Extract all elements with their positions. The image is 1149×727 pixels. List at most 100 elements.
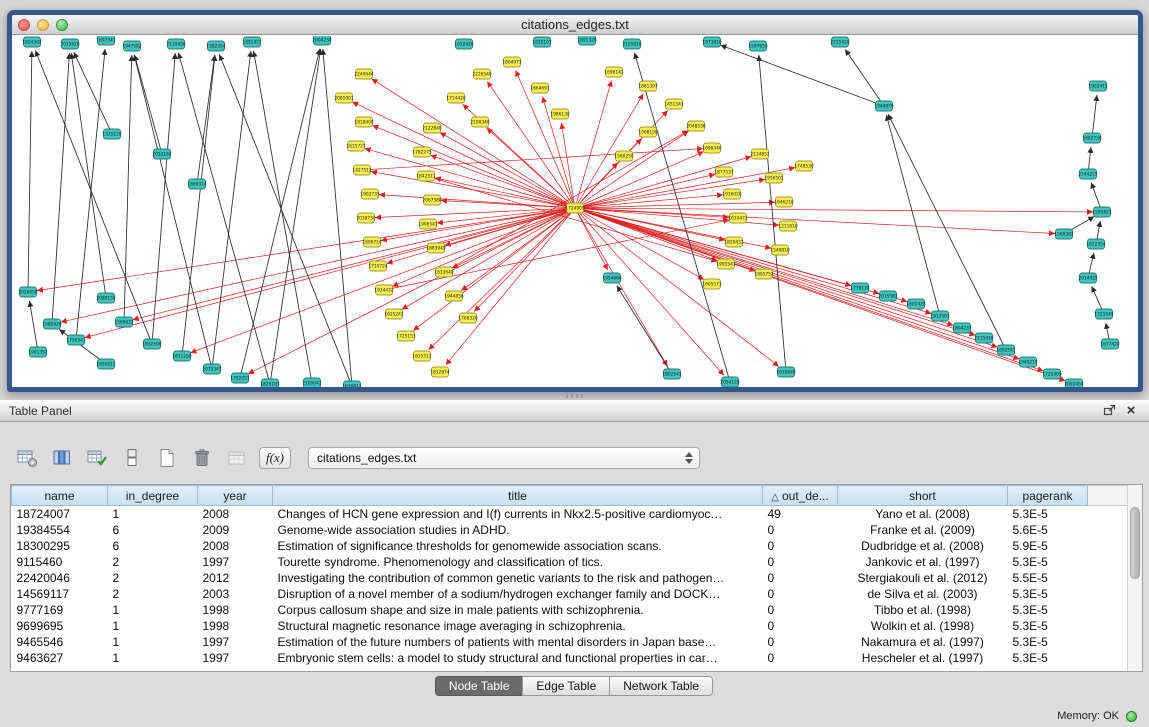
rows-icon[interactable] (119, 446, 145, 470)
graph-edge[interactable] (372, 79, 575, 208)
graph-node[interactable]: 1548810 (770, 245, 789, 255)
graph-node[interactable]: 1792051 (230, 373, 249, 383)
table-cell[interactable]: 1997 (198, 634, 273, 650)
graph-node[interactable]: 1615727 (346, 141, 365, 151)
graph-node[interactable]: 2054120 (720, 377, 739, 387)
table-cell[interactable]: 1998 (198, 602, 273, 618)
graph-edge[interactable] (270, 49, 321, 384)
table-cell[interactable]: Wolkin et al. (1998) (838, 618, 1008, 634)
table-cell[interactable]: 0 (763, 522, 838, 538)
graph-node[interactable]: 1451341 (664, 99, 683, 109)
table-cell[interactable]: Dudbridge et al. (2008) (838, 538, 1008, 554)
network-canvas[interactable]: 1724009224064420810011818400161572714275… (12, 36, 1138, 387)
graph-node[interactable]: 1947582 (122, 41, 141, 51)
graph-node[interactable]: 1996541 (418, 219, 437, 229)
graph-node[interactable]: 1635840 (776, 367, 795, 377)
table-cell[interactable]: 2 (108, 554, 198, 570)
graph-node[interactable]: 1950513 (96, 359, 115, 369)
graph-node[interactable]: 1633640 (434, 267, 453, 277)
graph-node[interactable]: 1916020 (722, 189, 741, 199)
graph-edge[interactable] (28, 51, 32, 292)
graph-edge[interactable] (575, 208, 1093, 212)
graph-edge[interactable] (29, 301, 38, 352)
graph-node[interactable]: 1891320 (577, 36, 596, 45)
graph-edge[interactable] (197, 55, 215, 184)
table-row[interactable]: 946554611997Estimation of the future num… (12, 634, 1128, 650)
table-cell[interactable]: 5.6E-5 (1008, 522, 1088, 538)
tab-network-table[interactable]: Network Table (609, 676, 713, 696)
table-cell[interactable]: Embryonic stem cells: a model to study s… (273, 650, 763, 666)
minimize-window-icon[interactable] (37, 19, 49, 31)
table-cell[interactable]: 5.3E-5 (1008, 618, 1088, 634)
graph-edge[interactable] (365, 148, 575, 208)
graph-edge[interactable] (575, 208, 953, 325)
table-cell[interactable]: 0 (763, 570, 838, 586)
graph-node[interactable]: 1611250 (172, 351, 191, 361)
table-cell[interactable]: 0 (763, 650, 838, 666)
graph-node[interactable]: 1861397 (638, 81, 657, 91)
graph-node[interactable]: 2081001 (334, 93, 353, 103)
table-cell[interactable]: 1 (108, 618, 198, 634)
graph-node[interactable]: 1601420 (906, 299, 925, 309)
graph-node[interactable]: 1908150 (638, 127, 657, 137)
graph-node[interactable]: 2122840 (422, 123, 441, 133)
table-cell[interactable]: 2009 (198, 522, 273, 538)
table-cell[interactable]: 1998 (198, 618, 273, 634)
table-cell[interactable]: 9465546 (12, 634, 108, 650)
graph-edge[interactable] (759, 55, 786, 372)
table-cell[interactable]: 1997 (198, 650, 273, 666)
graph-node[interactable]: 2004230 (312, 36, 331, 45)
graph-node[interactable]: 1692541 (996, 345, 1015, 355)
table-cell[interactable]: Disruption of a novel member of a sodium… (273, 586, 763, 602)
graph-node[interactable]: 1806714 (362, 237, 381, 247)
graph-node[interactable]: 1335120 (102, 129, 121, 139)
column-header-pagerank[interactable]: pagerank (1008, 486, 1088, 506)
graph-node[interactable]: 1973810 (702, 37, 721, 47)
table-cell[interactable]: Jankovic et al. (1997) (838, 554, 1008, 570)
graph-node[interactable]: 1832590 (142, 339, 161, 349)
graph-node[interactable]: 1569382 (1054, 229, 1073, 239)
graph-node[interactable]: 1895752 (754, 269, 773, 279)
graph-node[interactable]: 2014425 (1078, 273, 1097, 283)
table-options-icon[interactable] (14, 446, 40, 470)
table-cell[interactable]: 5.3E-5 (1008, 634, 1088, 650)
table-row[interactable]: 946362711997Embryonic stem cells: a mode… (12, 650, 1128, 666)
graph-edge[interactable] (182, 55, 215, 356)
delete-icon[interactable] (189, 446, 215, 470)
graph-edge[interactable] (352, 102, 575, 208)
graph-node[interactable]: 2075341 (202, 364, 221, 374)
graph-edge[interactable] (575, 208, 1066, 381)
graph-node[interactable]: 1901352 (28, 347, 47, 357)
graph-node[interactable]: 1595821 (1092, 207, 1111, 217)
graph-node[interactable]: 1714420 (446, 93, 465, 103)
table-row[interactable]: 1872400712008Changes of HCN gene express… (12, 506, 1128, 522)
graph-node[interactable]: 1804973 (502, 57, 521, 67)
table-cell[interactable]: 0 (763, 634, 838, 650)
graph-node[interactable]: 1427512 (352, 165, 371, 175)
table-cell[interactable]: 5.3E-5 (1008, 506, 1088, 522)
table-cell[interactable]: 2003 (198, 586, 273, 602)
table-row[interactable]: 1938455462009Genome-wide association stu… (12, 522, 1128, 538)
table-scrollbar[interactable] (1127, 485, 1142, 671)
table-cell[interactable]: 0 (763, 618, 838, 634)
table-cell[interactable]: 1 (108, 650, 198, 666)
graph-node[interactable]: 1664691 (530, 83, 549, 93)
graph-edge[interactable] (240, 49, 320, 378)
graph-node[interactable]: 1902731 (360, 189, 379, 199)
graph-node[interactable]: 2110456 (166, 39, 185, 49)
close-panel-icon[interactable]: × (1122, 403, 1140, 419)
table-cell[interactable]: 0 (763, 538, 838, 554)
graph-node[interactable]: 1995541 (716, 259, 735, 269)
graph-node[interactable]: 1610472 (728, 213, 747, 223)
graph-edge[interactable] (561, 123, 575, 208)
graph-node[interactable]: 2144215 (1078, 169, 1097, 179)
table-cell[interactable]: 9115460 (12, 554, 108, 570)
graph-node[interactable]: 2240644 (354, 69, 373, 79)
table-cell[interactable]: Stergiakouli et al. (2012) (838, 570, 1008, 586)
graph-node[interactable]: 1956501 (764, 173, 783, 183)
graph-node[interactable]: 2105042 (302, 378, 321, 387)
graph-edge[interactable] (617, 286, 672, 374)
split-divider-handle[interactable] (566, 394, 584, 398)
graph-edge[interactable] (440, 132, 575, 208)
graph-node[interactable]: 2038730 (356, 213, 375, 223)
